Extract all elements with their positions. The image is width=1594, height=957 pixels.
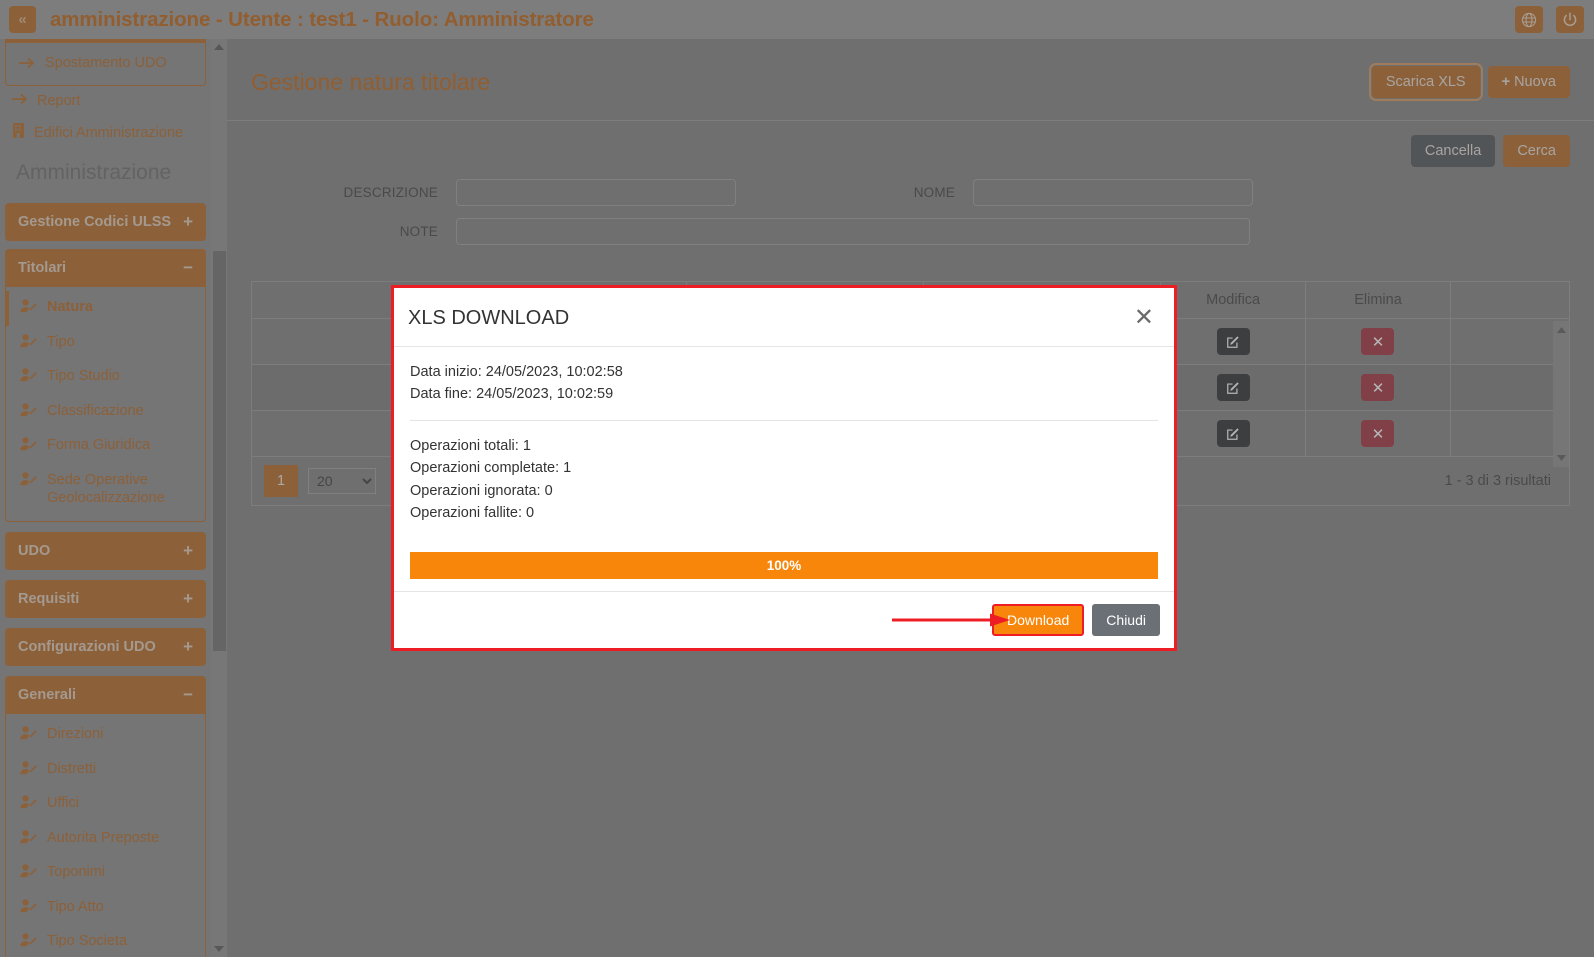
modal-divider [410,419,1158,421]
operazioni-fallite-text: Operazioni fallite: 0 [410,505,535,522]
download-button[interactable]: Download [992,604,1085,636]
modal-footer: Download Chiudi [394,591,1174,648]
data-inizio-text: Data inizio: 24/05/2023, 10:02:58 [410,364,623,380]
operazioni-completate-text: Operazioni completate: 1 [410,460,572,477]
xls-download-modal: XLS DOWNLOAD ✕ Data inizio: 24/05/2023, … [391,285,1177,651]
operazioni-ignorata-text: Operazioni ignorata: 0 [410,482,553,499]
data-fine-text: Data fine: 24/05/2023, 10:02:59 [410,386,614,403]
modal-header: XLS DOWNLOAD ✕ [394,288,1174,347]
modal-title: XLS DOWNLOAD [408,306,570,329]
modal-body: Data inizio: 24/05/2023, 10:02:58 Data f… [394,347,1174,542]
app-root: Gestione natura titolare Scarica XLS + Nu… [0,0,1594,957]
progress-bar: 100% [410,552,1158,579]
close-x-icon[interactable]: ✕ [1132,306,1156,330]
operazioni-totali-text: Operazioni totali: 1 [410,437,531,454]
close-button[interactable]: Chiudi [1092,604,1160,636]
